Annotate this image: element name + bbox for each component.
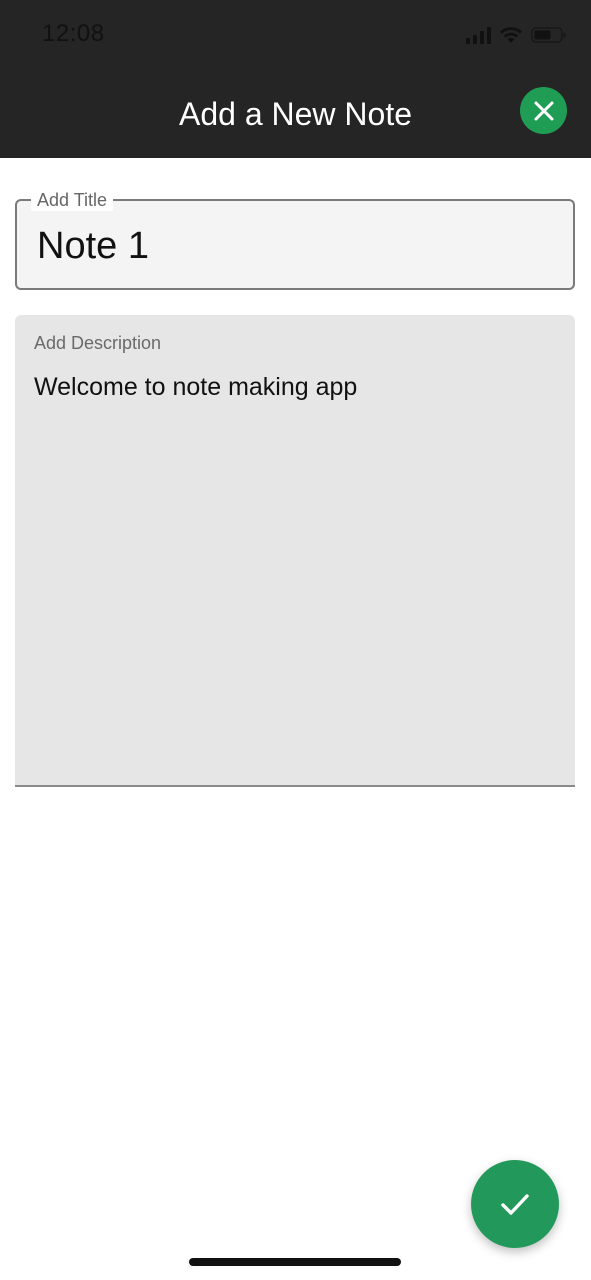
app-bar: 12:08 Add a New Note bbox=[0, 0, 591, 158]
signal-icon bbox=[466, 26, 491, 44]
wifi-icon bbox=[499, 26, 523, 44]
check-icon bbox=[501, 1194, 529, 1215]
home-indicator bbox=[189, 1258, 401, 1266]
page-title: Add a New Note bbox=[178, 96, 412, 132]
close-button[interactable] bbox=[520, 87, 567, 134]
description-input[interactable]: Add Description Welcome to note making a… bbox=[15, 315, 575, 787]
status-time: 12:08 bbox=[42, 20, 105, 47]
battery-icon bbox=[531, 26, 567, 44]
close-icon bbox=[534, 101, 553, 120]
title-input[interactable]: Add Title Note 1 bbox=[15, 189, 575, 290]
title-input-label: Add Title bbox=[31, 189, 114, 211]
description-input-value[interactable]: Welcome to note making app bbox=[34, 373, 357, 402]
description-input-label: Add Description bbox=[34, 333, 162, 353]
add-note-screen: 12:08 Add a New Note Add Title Note 1 Ad… bbox=[0, 0, 591, 1280]
title-input-value[interactable]: Note 1 bbox=[37, 225, 149, 268]
save-note-button[interactable] bbox=[471, 1160, 559, 1248]
status-icons bbox=[466, 24, 567, 46]
